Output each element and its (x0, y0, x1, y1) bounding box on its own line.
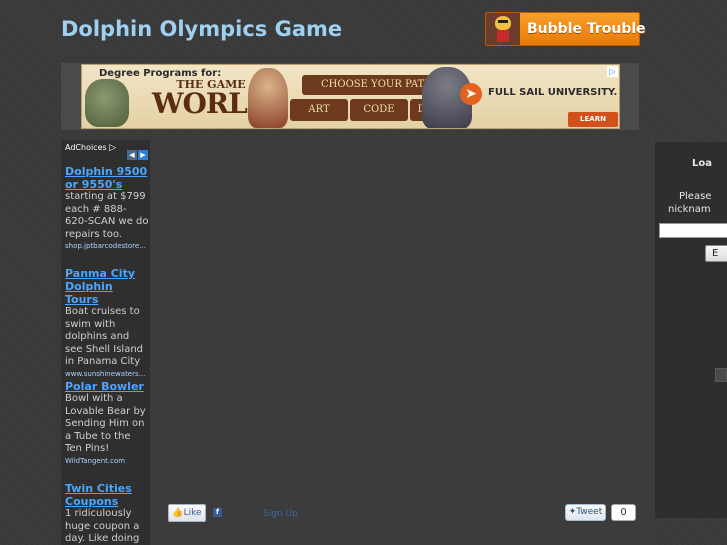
chat-prompt-line2: nicknam (668, 204, 711, 215)
chat-prompt-line1: Please (679, 191, 712, 202)
scroll-grip[interactable] (715, 368, 727, 382)
sidebar-ads: AdChoices ▷ ◀ ▶ Dolphin 9500 or 9550's st… (61, 140, 150, 545)
chat-panel: Loa Please nicknam E (655, 142, 727, 518)
full-sail-logo: ➤ FULL SAIL UNIVERSITY. (460, 83, 617, 105)
ad-option-art: ART (290, 99, 348, 121)
ad-headline[interactable]: Panma City Dolphin Tours (65, 267, 149, 306)
tweet-count: 0 (611, 504, 636, 521)
ad-prev-icon[interactable]: ◀ (127, 150, 137, 160)
ad-next-icon[interactable]: ▶ (138, 150, 148, 160)
ad-url[interactable]: www.sunshinewaters... (65, 369, 149, 379)
chat-loading-text: Loa (692, 158, 712, 169)
ad-url[interactable]: WildTangent.com (65, 456, 149, 466)
promo-label: Bubble Trouble (527, 21, 646, 37)
ad-text: Boat cruises to swim with dolphins and s… (65, 306, 144, 368)
adchoices-icon: ▷ (109, 143, 117, 153)
ad-headline[interactable]: Dolphin 9500 or 9550's (65, 165, 149, 191)
facebook-signup-link[interactable]: Sign Up (263, 509, 298, 519)
bubble-trouble-promo-button[interactable]: Bubble Trouble (485, 12, 646, 46)
ad-option-code: CODE (350, 99, 408, 121)
facebook-like-button[interactable]: 👍Like (168, 504, 206, 522)
full-sail-icon: ➤ (460, 83, 482, 105)
enter-chat-button[interactable]: E (705, 245, 727, 262)
bubble-trouble-thumbnail (486, 13, 520, 45)
ad-creature-image (85, 79, 129, 127)
ad-headline[interactable]: Twin Cities Coupons (65, 482, 149, 508)
ad-text: Bowl with a Lovable Bear by Sending Him … (65, 393, 146, 455)
thumbs-up-icon: 👍 (172, 508, 184, 518)
banner-ad-container: Degree Programs for: THE GAME WORLD CHOO… (61, 63, 639, 130)
ad-text: 1 ridiculously huge coupon a day. Like d… (65, 508, 140, 545)
facebook-icon: f (213, 508, 222, 517)
sidebar-ad[interactable]: Polar Bowler Bowl with a Lovable Bear by… (65, 380, 149, 466)
page-title[interactable]: Dolphin Olympics Game (61, 17, 342, 41)
nickname-input[interactable] (659, 223, 727, 238)
ad-info-icon[interactable]: ▷ (607, 66, 618, 77)
sidebar-ad[interactable]: Panma City Dolphin Tours Boat cruises to… (65, 267, 149, 379)
banner-ad[interactable]: Degree Programs for: THE GAME WORLD CHOO… (81, 64, 620, 129)
learn-more-button[interactable]: LEARN MORE (568, 112, 618, 127)
sidebar-ad[interactable]: Twin Cities Coupons 1 ridiculously huge … (65, 482, 149, 545)
game-area[interactable] (150, 140, 655, 545)
ad-headline[interactable]: Polar Bowler (65, 380, 149, 393)
adchoices-link[interactable]: AdChoices ▷ (65, 143, 116, 153)
ad-nav: ◀ ▶ (127, 142, 149, 161)
sidebar-ad[interactable]: Dolphin 9500 or 9550's starting at $799 … (65, 165, 149, 251)
ad-text: starting at $799 each # 888-620-SCAN we … (65, 191, 149, 240)
ad-url[interactable]: shop.jptbarcodestore... (65, 241, 149, 251)
tweet-button[interactable]: ✦Tweet (565, 504, 606, 521)
